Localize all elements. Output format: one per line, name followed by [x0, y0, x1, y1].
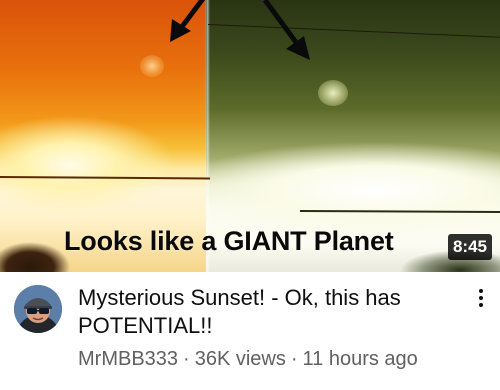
view-count: 36K views [194, 348, 286, 370]
menu-dot [479, 303, 483, 307]
meta-separator: · [290, 348, 298, 370]
channel-name[interactable]: MrMBB333 [78, 348, 178, 370]
channel-avatar[interactable] [14, 285, 62, 333]
more-vert-icon[interactable] [470, 286, 492, 310]
meta-separator: · [183, 348, 190, 370]
menu-dot [479, 296, 483, 300]
thumbnail-caption: Looks like a GIANT Planet [64, 226, 394, 256]
duration-badge: 8:45 [447, 234, 492, 260]
upload-age: 11 hours ago [302, 348, 418, 370]
video-thumbnail[interactable]: Looks like a GIANT Planet 8:45 [0, 0, 500, 272]
avatar-icon [14, 285, 62, 333]
video-metadata: MrMBB333 · 36K views · 11 hours ago [78, 348, 418, 371]
menu-dot [479, 289, 483, 293]
video-title[interactable]: Mysterious Sunset! - Ok, this has POTENT… [78, 284, 458, 340]
video-card[interactable]: Looks like a GIANT Planet 8:45 Mysteriou… [0, 0, 500, 390]
